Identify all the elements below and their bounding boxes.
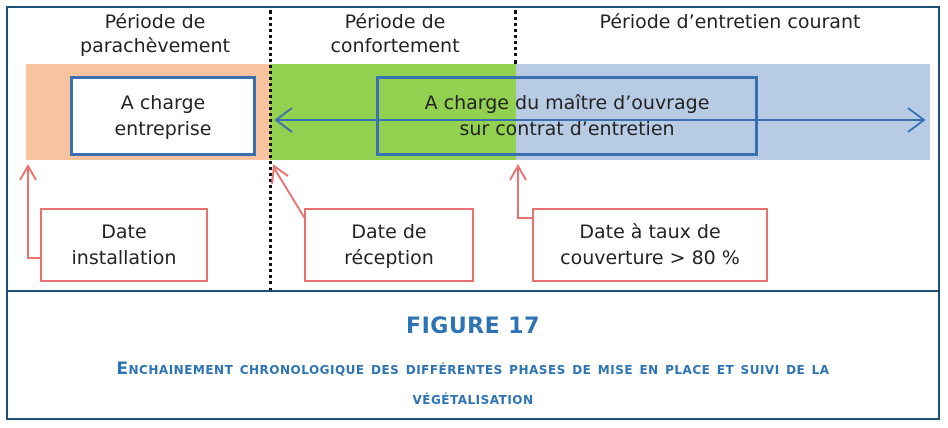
figure-title: FIGURE 17 bbox=[406, 314, 540, 339]
milestone-installation-label: Date installation bbox=[71, 221, 177, 269]
connector-reception-head bbox=[271, 164, 289, 185]
milestone-couverture-label: Date à taux de couverture > 80 % bbox=[560, 221, 740, 269]
entreprise-label: A charge entreprise bbox=[114, 92, 212, 140]
figure-subtitle: Enchainement chronologique des différent… bbox=[116, 359, 830, 409]
maitre-ouvrage-line1: A charge du maître d’ouvrage bbox=[424, 92, 710, 114]
milestone-reception-label: Date de réception bbox=[344, 221, 434, 269]
milestone-installation-box: Date installation bbox=[40, 208, 208, 282]
connector-couverture bbox=[517, 166, 532, 219]
milestone-couverture-box: Date à taux de couverture > 80 % bbox=[532, 208, 768, 282]
maitre-ouvrage-box: A charge du maître d’ouvrage sur contrat… bbox=[376, 76, 758, 156]
milestone-reception-box: Date de réception bbox=[304, 208, 474, 282]
entreprise-box: A charge entreprise bbox=[70, 76, 256, 156]
caption-divider bbox=[6, 290, 940, 292]
maitre-ouvrage-line2: sur contrat d’entretien bbox=[459, 118, 675, 140]
connector-installation bbox=[27, 168, 40, 259]
